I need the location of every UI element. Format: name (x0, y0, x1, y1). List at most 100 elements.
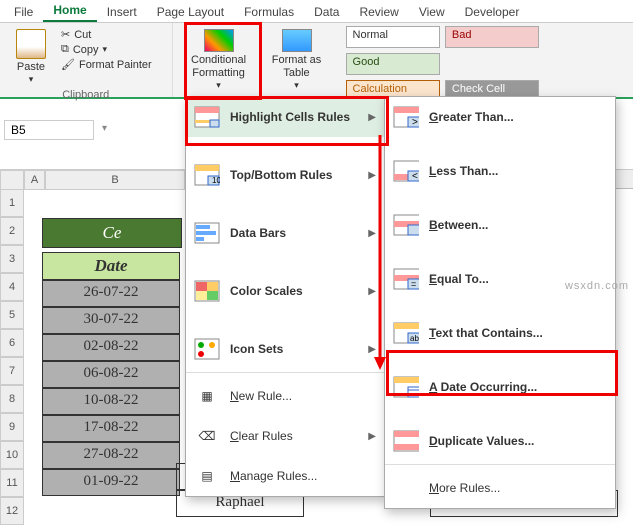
cell-date-6[interactable]: 27-08-22 (42, 442, 180, 469)
equal-to-icon: = (393, 268, 419, 290)
between-icon (393, 214, 419, 236)
row-3[interactable]: 3 (0, 245, 24, 273)
clipboard-group-label: Clipboard (8, 87, 164, 101)
row-11[interactable]: 11 (0, 469, 24, 497)
group-clipboard: Paste▾ ✂Cut ⧉Copy ▾ 🖌Format Painter Clip… (0, 23, 173, 97)
paste-button[interactable]: Paste▾ (8, 27, 54, 87)
svg-text:>: > (412, 117, 418, 128)
sheet-content: Ce Date 26-07-22 30-07-22 02-08-22 06-08… (42, 218, 182, 496)
cell-date-0[interactable]: 26-07-22 (42, 280, 180, 307)
style-normal[interactable]: Normal (346, 26, 440, 48)
ribbon: Paste▾ ✂Cut ⧉Copy ▾ 🖌Format Painter Clip… (0, 23, 633, 99)
menu-manage-rules[interactable]: ▤ Manage Rules... (186, 456, 384, 496)
submenu-arrow-icon: ▶ (368, 431, 376, 442)
row-12[interactable]: 12 (0, 497, 24, 525)
name-box[interactable] (4, 120, 94, 140)
greater-than-icon: > (393, 106, 419, 128)
highlight-cells-submenu: > Greater Than... < Less Than... Between… (384, 96, 616, 509)
menu-icon-sets[interactable]: Icon Sets ▶ (186, 329, 384, 369)
group-cell-styles: Normal Bad Good Calculation Check Cell E… (343, 23, 633, 97)
cell-date-7[interactable]: 01-09-22 (42, 469, 180, 496)
tab-file[interactable]: File (4, 2, 43, 22)
submenu-between[interactable]: Between... (385, 205, 615, 245)
row-2[interactable]: 2 (0, 217, 24, 245)
row-8[interactable]: 8 (0, 385, 24, 413)
clear-rules-icon: ⌫ (194, 425, 220, 447)
col-b[interactable]: B (45, 170, 185, 190)
copy-button[interactable]: ⧉Copy ▾ (58, 42, 155, 57)
svg-text:ab: ab (410, 334, 419, 343)
row-1[interactable]: 1 (0, 189, 24, 217)
cell-date-2[interactable]: 02-08-22 (42, 334, 180, 361)
submenu-arrow-icon: ▶ (368, 170, 376, 181)
submenu-equal-to[interactable]: = Equal To... (385, 259, 615, 299)
row-5[interactable]: 5 (0, 301, 24, 329)
format-painter-button[interactable]: 🖌Format Painter (58, 57, 155, 72)
row-headers: 1 2 3 4 5 6 7 8 9 10 11 12 (0, 189, 24, 525)
cell-date-3[interactable]: 06-08-22 (42, 361, 180, 388)
svg-text:<: < (412, 171, 418, 182)
submenu-arrow-icon: ▶ (368, 344, 376, 355)
ribbon-tabs: File Home Insert Page Layout Formulas Da… (0, 0, 633, 23)
text-contains-icon: ab (393, 322, 419, 344)
conditional-formatting-icon (204, 29, 234, 52)
icon-sets-icon (194, 338, 220, 360)
watermark: wsxdn.com (565, 280, 629, 292)
style-bad[interactable]: Bad (445, 26, 539, 48)
submenu-arrow-icon: ▶ (368, 286, 376, 297)
tab-view[interactable]: View (409, 2, 455, 22)
submenu-more-rules[interactable]: More Rules... (385, 468, 615, 508)
row-10[interactable]: 10 (0, 441, 24, 469)
tab-review[interactable]: Review (349, 2, 408, 22)
format-as-table-button[interactable]: Format as Table ▾ (259, 27, 335, 93)
cell-date-1[interactable]: 30-07-22 (42, 307, 180, 334)
svg-text:=: = (411, 279, 416, 289)
submenu-arrow-icon: ▶ (368, 228, 376, 239)
submenu-greater-than[interactable]: > Greater Than... (385, 97, 615, 137)
paste-icon (16, 29, 46, 59)
tab-data[interactable]: Data (304, 2, 349, 22)
copy-icon: ⧉ (61, 43, 69, 56)
row-4[interactable]: 4 (0, 273, 24, 301)
menu-clear-rules[interactable]: ⌫ Clear Rules ▶ (186, 416, 384, 456)
menu-top-bottom-rules[interactable]: 10 Top/Bottom Rules ▶ (186, 155, 384, 195)
row-9[interactable]: 9 (0, 413, 24, 441)
tab-formulas[interactable]: Formulas (234, 2, 304, 22)
row-7[interactable]: 7 (0, 357, 24, 385)
tab-insert[interactable]: Insert (97, 2, 147, 22)
submenu-arrow-icon: ▶ (368, 112, 376, 123)
submenu-date-occurring[interactable]: A Date Occurring... (385, 367, 615, 407)
submenu-duplicate-values[interactable]: Duplicate Values... (385, 421, 615, 461)
menu-data-bars[interactable]: Data Bars ▶ (186, 213, 384, 253)
duplicate-values-icon (393, 430, 419, 452)
select-all-corner[interactable] (0, 170, 24, 190)
menu-new-rule[interactable]: ▦ New Rule... (186, 376, 384, 416)
group-styles-buttons: Conditional Formatting ▾ Format as Table… (173, 23, 343, 97)
col-a[interactable]: A (24, 170, 45, 190)
menu-color-scales[interactable]: Color Scales ▶ (186, 271, 384, 311)
color-scales-icon (194, 280, 220, 302)
format-as-table-icon (282, 29, 312, 52)
conditional-formatting-button[interactable]: Conditional Formatting ▾ (181, 27, 257, 93)
tab-home[interactable]: Home (43, 0, 96, 22)
title-cell: Ce (42, 218, 182, 248)
scissors-icon: ✂ (61, 28, 70, 41)
less-than-icon: < (393, 160, 419, 182)
svg-text:10: 10 (212, 176, 220, 185)
cell-date-5[interactable]: 17-08-22 (42, 415, 180, 442)
cell-date-4[interactable]: 10-08-22 (42, 388, 180, 415)
highlight-cells-icon (194, 106, 220, 128)
submenu-less-than[interactable]: < Less Than... (385, 151, 615, 191)
date-occurring-icon (393, 376, 419, 398)
top-bottom-icon: 10 (194, 164, 220, 186)
manage-rules-icon: ▤ (194, 465, 220, 487)
submenu-text-contains[interactable]: ab Text that Contains... (385, 313, 615, 353)
style-good[interactable]: Good (346, 53, 440, 75)
conditional-formatting-menu: Highlight Cells Rules ▶ 10 Top/Bottom Ru… (185, 96, 385, 497)
row-6[interactable]: 6 (0, 329, 24, 357)
new-rule-icon: ▦ (194, 385, 220, 407)
menu-highlight-cells-rules[interactable]: Highlight Cells Rules ▶ (186, 97, 384, 137)
tab-developer[interactable]: Developer (455, 2, 530, 22)
tab-pagelayout[interactable]: Page Layout (147, 2, 234, 22)
cut-button[interactable]: ✂Cut (58, 27, 155, 42)
